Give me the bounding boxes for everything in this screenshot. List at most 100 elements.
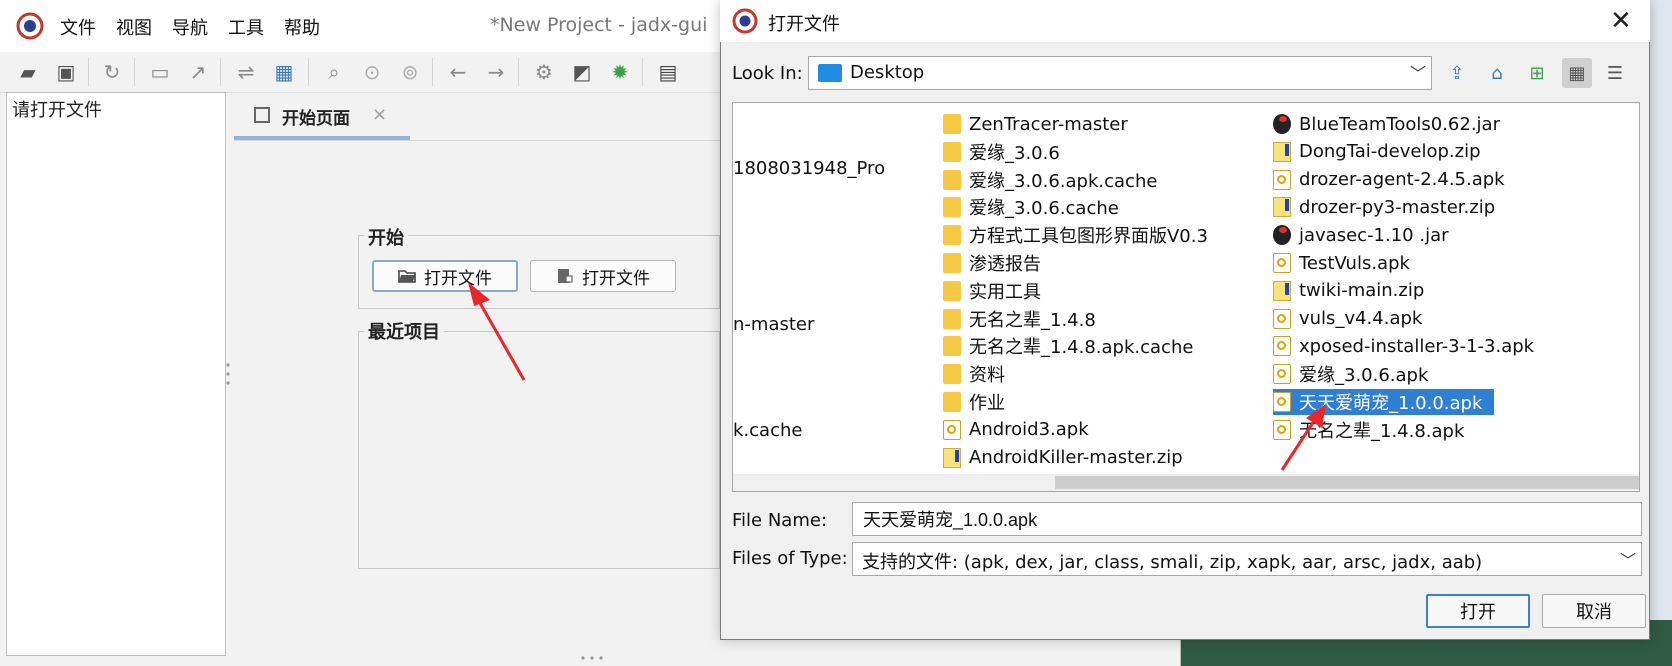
file-list-item[interactable]: 爱缘_3.0.6 [943,139,1060,165]
folder-open-icon [398,270,416,283]
log-icon[interactable]: ▤ [656,60,680,84]
add-file-icon[interactable]: ▣ [54,60,78,84]
file-list-item[interactable]: drozer-py3-master.zip [1273,194,1495,220]
look-in-value: Desktop [850,62,925,83]
file-name-text: k.cache [733,419,803,441]
menu-view[interactable]: 视图 [116,14,152,40]
file-list-item[interactable]: 无名之辈_1.4.8 [943,306,1096,332]
folder-icon [943,308,961,329]
folder-icon [943,141,961,162]
new-folder-icon[interactable]: ⊞ [1522,58,1552,88]
zip-file-icon [1273,141,1291,162]
tab-close-icon[interactable]: × [372,104,387,125]
up-folder-icon[interactable]: ⇪ [1442,58,1472,88]
menu-help[interactable]: 帮助 [284,14,320,40]
file-list-item[interactable]: xposed-installer-3-1-3.apk [1273,333,1534,359]
file-list-item[interactable]: 爱缘_3.0.6.apk [1273,361,1428,387]
folder-icon [943,169,961,190]
file-list-item[interactable]: 方程式工具包图形界面版V0.3 [943,222,1208,248]
file-list-item[interactable]: AndroidKiller-master.zip [943,445,1183,471]
apk-file-icon [1273,169,1291,190]
apk-file-icon [1273,253,1291,273]
file-name-text: Android3.apk [969,419,1089,441]
file-list-item[interactable]: Android3.apk [943,417,1089,443]
reload-icon[interactable]: ↻ [100,60,124,84]
file-list-item[interactable]: 无名之辈_1.4.8.apk.cache [943,333,1193,359]
file-name-text: 作业 [969,393,1005,414]
file-list-item[interactable]: 无名之辈_1.4.8.apk [1273,417,1464,443]
desktop-background [1650,0,1672,666]
file-list-item[interactable]: javasec-1.10 .jar [1273,222,1449,248]
file-list-item[interactable]: n-master [733,311,814,337]
file-name-text: 爱缘_3.0.6 [969,142,1060,164]
flatten-icon[interactable]: ▦ [272,60,296,84]
menu-file[interactable]: 文件 [60,14,96,40]
file-list-item[interactable]: 作业 [943,389,1005,415]
open-file-button[interactable]: 打开文件 [372,260,518,292]
file-name-text: DongTai-develop.zip [1299,141,1481,163]
open-button[interactable]: 打开 [1426,594,1530,628]
project-tree-panel[interactable] [6,92,226,656]
file-list-item[interactable]: 1808031948_Pro [733,155,885,181]
file-list-item[interactable]: 渗透报告 [943,250,1041,276]
splitter-handle[interactable] [226,362,230,386]
debug-bug-icon[interactable]: ✹ [608,60,632,84]
folder-icon [943,392,961,412]
file-list[interactable]: 1808031948_Pro n-master k.cache ZenTracer-… [732,102,1640,492]
file-list-item[interactable]: k.cache [733,417,802,443]
jar-file-icon [1273,114,1291,134]
file-name-text: 无名之辈_1.4.8.apk [1299,420,1465,442]
chevron-down-icon[interactable]: ﹀ [1410,60,1426,84]
apk-file-icon [1273,364,1291,385]
cancel-button[interactable]: 取消 [1542,594,1646,628]
menu-tools[interactable]: 工具 [228,14,264,40]
file-list-item[interactable]: TestVuls.apk [1273,250,1410,276]
back-icon[interactable]: ← [446,60,470,84]
file-name-text: 渗透报告 [969,254,1041,275]
save-icon[interactable]: ▭ [148,60,172,84]
export-icon[interactable]: ↗ [186,60,210,84]
file-list-item[interactable]: ZenTracer-master [943,111,1128,137]
scrollbar-thumb[interactable] [1055,476,1639,489]
file-name-text: 爱缘_3.0.6.cache [969,198,1119,220]
forward-icon[interactable]: → [484,60,508,84]
file-list-item[interactable]: 实用工具 [943,278,1041,304]
decompile-icon[interactable]: ◩ [570,60,594,84]
file-list-item[interactable]: vuls_v4.4.apk [1273,306,1422,332]
file-list-item[interactable]: 爱缘_3.0.6.cache [943,194,1119,220]
sync-icon[interactable]: ⇌ [234,60,258,84]
file-name-text: n-master [733,313,815,335]
file-name-text: ZenTracer-master [969,113,1128,135]
zip-file-icon [1273,280,1291,301]
file-list-item[interactable]: drozer-agent-2.4.5.apk [1273,167,1505,193]
cancel-button-label: 取消 [1576,602,1612,623]
file-list-item[interactable]: twiki-main.zip [1273,278,1424,304]
dialog-titlebar [720,0,1650,42]
open-file-label: 打开文件 [424,268,492,289]
open-project-button[interactable]: 打开文件 [530,260,676,292]
file-list-item[interactable]: 爱缘_3.0.6.apk.cache [943,167,1157,193]
deobfuscation-icon[interactable]: ⚙ [532,60,556,84]
search-icon[interactable]: ⌕ [322,60,346,84]
list-view-icon[interactable]: ▦ [1562,58,1592,88]
close-icon[interactable]: ✕ [1610,6,1632,36]
file-list-item[interactable]: BlueTeamTools0.62.jar [1273,111,1500,137]
apk-file-icon [1273,419,1291,440]
file-name-text: 无名之辈_1.4.8 [969,309,1096,331]
menu-navigation[interactable]: 导航 [172,14,208,40]
file-list-item[interactable]: 资料 [943,361,1005,387]
file-name-text: 爱缘_3.0.6.apk.cache [969,170,1158,192]
open-button-label: 打开 [1460,602,1496,623]
open-folder-icon[interactable]: ▰ [16,60,40,84]
details-view-icon[interactable]: ☰ [1600,58,1630,88]
bottom-splitter-handle[interactable] [580,656,604,660]
folder-icon [943,280,961,301]
recent-projects-group [358,331,720,569]
file-list-item[interactable]: 天天爱萌宠_1.0.0.apk [1273,389,1495,415]
chevron-down-icon[interactable]: ﹀ [1620,547,1636,571]
search-class-icon[interactable]: ⊙ [360,60,384,84]
file-list-item[interactable]: DongTai-develop.zip [1273,139,1481,165]
file-name-input[interactable] [852,502,1642,536]
search-usage-icon[interactable]: ⊚ [398,60,422,84]
home-icon[interactable]: ⌂ [1482,58,1512,88]
